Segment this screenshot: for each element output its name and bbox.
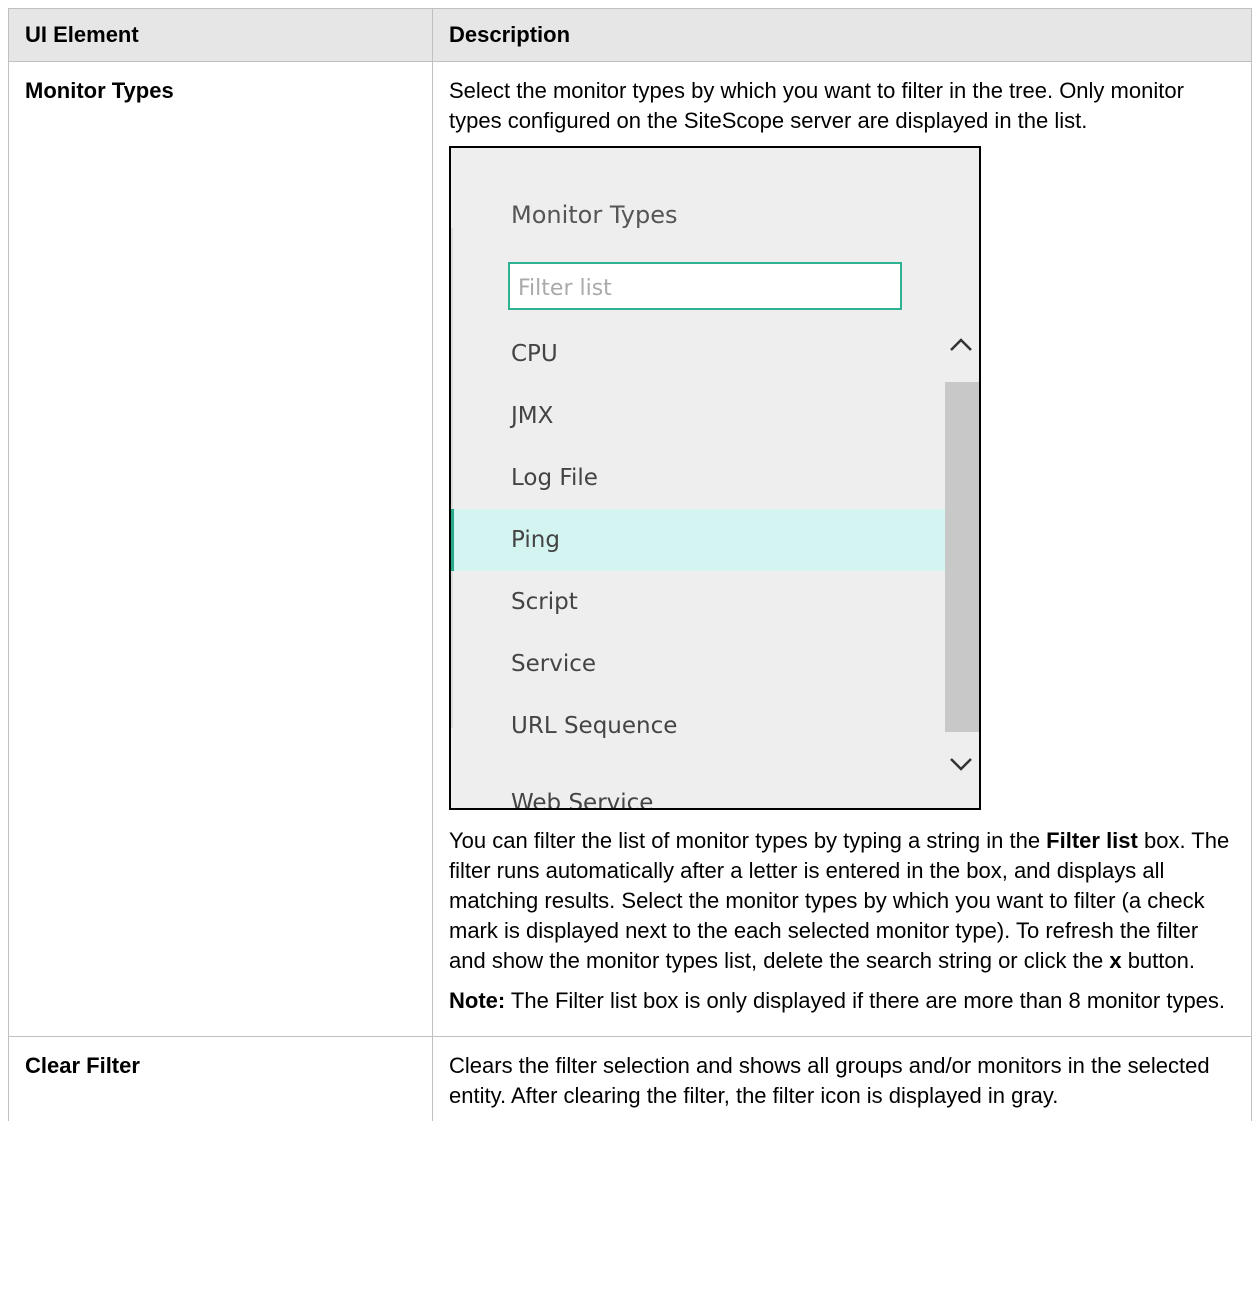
list-item-selected[interactable]: Ping	[451, 509, 945, 571]
bold-term: Filter list	[1046, 828, 1138, 853]
table-row: Clear Filter Clears the filter selection…	[8, 1036, 1252, 1121]
table-header-row: UI Element Description	[8, 8, 1252, 62]
element-monitor-types: Monitor Types	[8, 61, 433, 1037]
list-item[interactable]: Web Service	[451, 772, 945, 808]
intro-text: Select the monitor types by which you wa…	[449, 78, 1184, 133]
panel-title: Monitor Types	[511, 201, 678, 229]
list-item[interactable]: JMX	[451, 385, 945, 447]
note: Note: The Filter list box is only displa…	[449, 986, 1237, 1016]
scrollbar-thumb[interactable]	[945, 382, 979, 732]
header-description: Description	[432, 8, 1252, 62]
description-cell: Select the monitor types by which you wa…	[432, 61, 1252, 1037]
list-item[interactable]: Script	[451, 571, 945, 633]
list-item[interactable]: Service	[451, 633, 945, 695]
bold-term: x	[1109, 948, 1122, 973]
table-row: Monitor Types Select the monitor types b…	[8, 61, 1252, 1037]
text-span: You can filter the list of monitor types…	[449, 828, 1047, 853]
chevron-up-icon[interactable]	[947, 333, 975, 357]
monitor-types-panel-screenshot: Monitor Types Filter list CPU JMX Log Fi…	[449, 146, 981, 810]
element-clear-filter: Clear Filter	[8, 1036, 433, 1121]
list-item[interactable]: Log File	[451, 447, 945, 509]
scrollbar[interactable]	[945, 312, 979, 732]
description-cell: Clears the filter selection and shows al…	[432, 1036, 1252, 1121]
header-ui-element: UI Element	[8, 8, 433, 62]
filter-list-input[interactable]: Filter list	[508, 262, 902, 310]
list-item[interactable]: CPU	[451, 323, 945, 385]
list-item[interactable]: URL Sequence	[451, 695, 945, 757]
monitor-type-list: CPU JMX Log File Ping Script Service URL…	[451, 323, 945, 757]
filter-explanation: You can filter the list of monitor types…	[449, 826, 1237, 976]
note-text: The Filter list box is only displayed if…	[505, 988, 1226, 1013]
text-span: button.	[1121, 948, 1195, 973]
note-label: Note:	[449, 988, 506, 1013]
chevron-down-icon[interactable]	[947, 752, 975, 776]
ui-elements-table: UI Element Description Monitor Types Sel…	[8, 8, 1252, 1121]
